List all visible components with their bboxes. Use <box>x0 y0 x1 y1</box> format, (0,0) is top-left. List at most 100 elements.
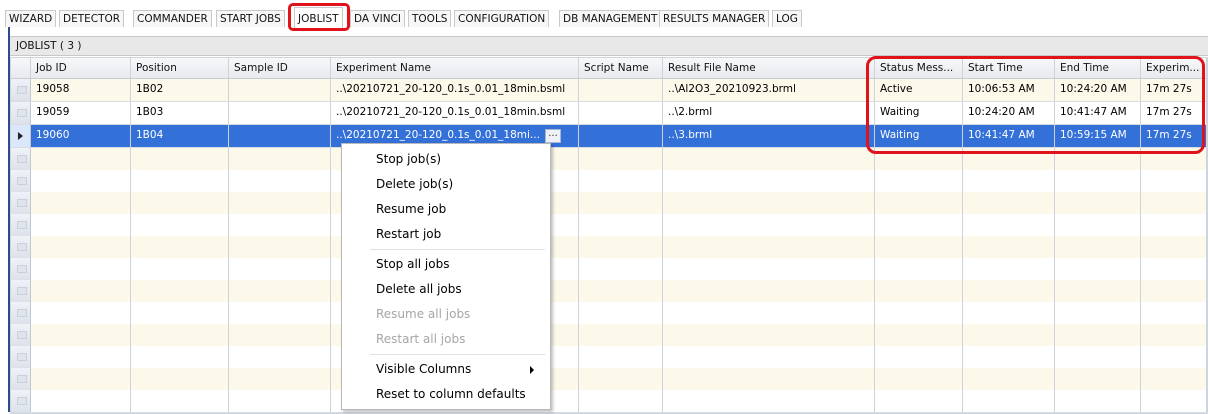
empty-cell <box>131 192 229 214</box>
cell-experiment-name: ..\20210721_20-120_0.1s_0.01_18min.bsml <box>331 79 579 101</box>
menu-separator <box>370 354 545 355</box>
col-status-message[interactable]: Status Mess... <box>875 58 963 78</box>
menu-separator <box>370 249 545 250</box>
empty-cell <box>229 148 331 170</box>
col-sample-id[interactable]: Sample ID <box>229 58 331 78</box>
empty-cell <box>31 324 131 346</box>
tab-tools[interactable]: TOOLS <box>408 10 452 27</box>
row-selector[interactable] <box>11 79 31 101</box>
empty-cell <box>31 390 131 412</box>
empty-cell <box>229 324 331 346</box>
col-end-time[interactable]: End Time <box>1055 58 1141 78</box>
empty-cell <box>31 368 131 390</box>
empty-cell <box>229 390 331 412</box>
empty-cell <box>663 148 875 170</box>
table-row-selected[interactable]: 19060 1B04 ..\20210721_20-120_0.1s_0.01_… <box>11 125 1207 148</box>
row-selector <box>11 148 31 170</box>
ellipsis-button[interactable]: ... <box>545 129 561 143</box>
empty-cell <box>31 170 131 192</box>
empty-row <box>11 368 1207 391</box>
empty-row <box>11 324 1207 347</box>
empty-cell <box>875 302 963 324</box>
table-row[interactable]: 19059 1B03 ..\20210721_20-120_0.1s_0.01_… <box>11 102 1207 125</box>
empty-cell <box>963 192 1055 214</box>
tab-start-jobs[interactable]: START JOBS <box>216 10 285 27</box>
col-experiment-name[interactable]: Experiment Name <box>331 58 579 78</box>
empty-cell <box>963 368 1055 390</box>
row-selector[interactable] <box>11 125 31 147</box>
col-experiment-time[interactable]: Experim... <box>1141 58 1207 78</box>
row-selector <box>11 236 31 258</box>
empty-cell <box>1055 390 1141 412</box>
empty-cell <box>963 258 1055 280</box>
tab-joblist[interactable]: JOBLIST <box>294 7 343 28</box>
empty-cell <box>1055 324 1141 346</box>
col-script-name[interactable]: Script Name <box>579 58 663 78</box>
tab-da-vinci[interactable]: DA VINCI <box>350 10 405 27</box>
empty-cell <box>1141 170 1207 192</box>
empty-cell <box>579 170 663 192</box>
row-selector <box>11 346 31 368</box>
col-result-file-name[interactable]: Result File Name <box>663 58 875 78</box>
empty-cell <box>229 258 331 280</box>
menu-visible-columns[interactable]: Visible Columns <box>342 357 548 382</box>
empty-cell <box>663 280 875 302</box>
empty-cell <box>229 280 331 302</box>
tab-configuration[interactable]: CONFIGURATION <box>454 10 550 27</box>
empty-cell <box>1141 302 1207 324</box>
row-selector[interactable] <box>11 102 31 124</box>
col-job-id[interactable]: Job ID <box>31 58 131 78</box>
empty-cell <box>1141 324 1207 346</box>
empty-cell <box>963 148 1055 170</box>
tab-db-management[interactable]: DB MANAGEMENT <box>559 10 662 27</box>
col-start-time[interactable]: Start Time <box>963 58 1055 78</box>
empty-cell <box>663 214 875 236</box>
empty-row <box>11 214 1207 237</box>
empty-row <box>11 258 1207 281</box>
empty-cell <box>31 346 131 368</box>
empty-cell <box>875 280 963 302</box>
menu-stop-all-jobs[interactable]: Stop all jobs <box>342 252 548 277</box>
cell-position: 1B03 <box>131 102 229 124</box>
empty-cell <box>1055 280 1141 302</box>
empty-cell <box>663 368 875 390</box>
cell-end-time: 10:24:20 AM <box>1055 79 1141 101</box>
empty-cell <box>131 258 229 280</box>
empty-cell <box>229 214 331 236</box>
tab-wizard[interactable]: WIZARD <box>5 10 57 27</box>
menu-resume-job[interactable]: Resume job <box>342 197 548 222</box>
tab-commander[interactable]: COMMANDER <box>133 10 212 27</box>
empty-cell <box>1141 390 1207 412</box>
empty-cell <box>663 236 875 258</box>
tab-results-manager[interactable]: RESULTS MANAGER <box>659 10 770 27</box>
empty-cell <box>1141 236 1207 258</box>
empty-cell <box>579 148 663 170</box>
empty-cell <box>963 346 1055 368</box>
row-selector <box>11 302 31 324</box>
grid-header: Job ID Position Sample ID Experiment Nam… <box>11 58 1207 79</box>
tab-detector[interactable]: DETECTOR <box>59 10 125 27</box>
menu-delete-jobs[interactable]: Delete job(s) <box>342 172 548 197</box>
empty-cell <box>875 258 963 280</box>
cell-script-name <box>579 79 663 101</box>
cell-end-time: 10:59:15 AM <box>1055 125 1141 147</box>
menu-restart-job[interactable]: Restart job <box>342 222 548 247</box>
cell-script-name <box>579 125 663 147</box>
table-row[interactable]: 19058 1B02 ..\20210721_20-120_0.1s_0.01_… <box>11 79 1207 102</box>
col-position[interactable]: Position <box>131 58 229 78</box>
menu-delete-all-jobs[interactable]: Delete all jobs <box>342 277 548 302</box>
empty-row <box>11 302 1207 325</box>
empty-cell <box>579 280 663 302</box>
empty-cell <box>1141 346 1207 368</box>
empty-cell <box>1141 258 1207 280</box>
cell-position: 1B02 <box>131 79 229 101</box>
menu-stop-jobs[interactable]: Stop job(s) <box>342 147 548 172</box>
tab-log[interactable]: LOG <box>772 10 802 27</box>
empty-cell <box>579 346 663 368</box>
empty-cell <box>131 346 229 368</box>
empty-cell <box>875 148 963 170</box>
menu-reset-column-defaults[interactable]: Reset to column defaults <box>342 382 548 407</box>
empty-cell <box>131 170 229 192</box>
empty-cell <box>663 192 875 214</box>
empty-cell <box>1055 368 1141 390</box>
